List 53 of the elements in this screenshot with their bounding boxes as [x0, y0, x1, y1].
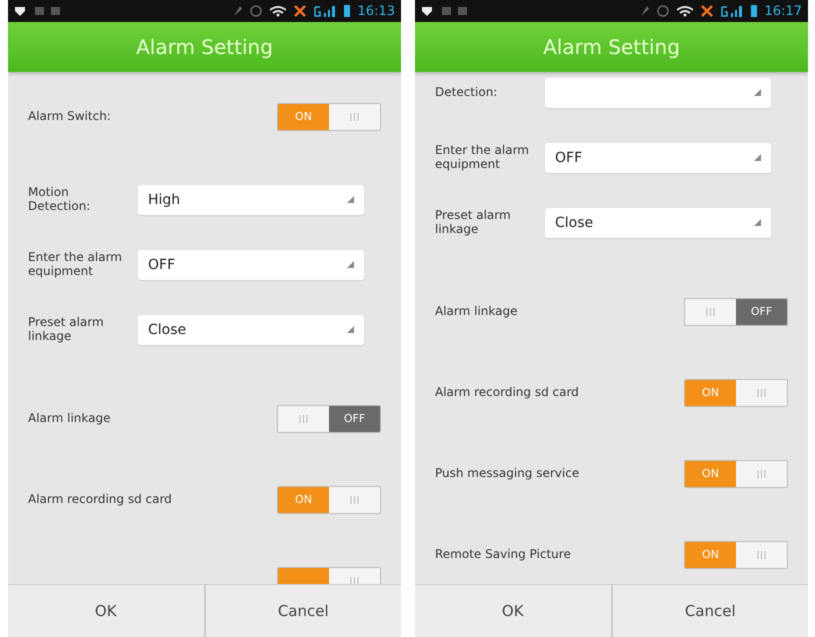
dropdown-field[interactable]: High	[138, 184, 364, 214]
grip-icon	[757, 470, 766, 478]
screen-title: Alarm Setting	[136, 35, 273, 59]
setting-label: Motion Detection:	[28, 186, 92, 214]
grip-icon	[350, 496, 359, 504]
dropdown-field[interactable]	[545, 78, 771, 108]
cross-icon	[294, 5, 306, 17]
setting-label: Detection:	[435, 86, 498, 100]
dropdown-field[interactable]: Close	[545, 208, 771, 238]
setting-label: Remote Saving Picture	[435, 548, 572, 562]
screen-title: Alarm Setting	[543, 35, 680, 59]
dropdown-field[interactable]: Close	[138, 314, 364, 344]
setting-label: Preset alarm linkage	[28, 316, 105, 344]
dropdown-corner-icon	[347, 326, 354, 333]
status-time: 16:17	[764, 4, 802, 18]
shield-icon	[14, 5, 26, 17]
grip-icon	[350, 576, 359, 584]
setting-label: Alarm Switch:	[28, 110, 112, 124]
setting-label: Alarm recording sd card	[435, 386, 580, 400]
grip-icon	[757, 550, 766, 558]
dialog-button[interactable]: OK	[415, 585, 610, 637]
setting-label: Preset alarm linkage	[435, 208, 512, 236]
setting-label: Push messaging service	[435, 466, 580, 480]
toggle-switch[interactable]: OFF	[684, 298, 788, 326]
toggle-switch[interactable]: OFF	[277, 404, 381, 432]
cross-icon	[700, 5, 713, 17]
grip-icon	[350, 112, 359, 120]
shield-icon	[421, 5, 433, 17]
grip-icon	[706, 308, 715, 316]
setting-label: Alarm linkage	[435, 304, 518, 318]
dropdown-corner-icon	[347, 261, 354, 268]
dropdown-corner-icon	[754, 219, 761, 226]
setting-label: Alarm recording sd card	[28, 492, 173, 506]
signal-icon	[314, 5, 336, 17]
dialog-button[interactable]: Cancel	[612, 585, 808, 637]
setting-label: Alarm linkage	[28, 412, 112, 426]
signal-icon	[720, 5, 743, 17]
dropdown-corner-icon	[754, 154, 761, 161]
dialog-button[interactable]: Cancel	[206, 585, 401, 637]
battery-icon	[344, 5, 350, 17]
grip-icon	[299, 414, 308, 422]
grip-icon	[757, 388, 766, 396]
dialog-button[interactable]: OK	[8, 585, 204, 637]
dropdown-field[interactable]: OFF	[545, 142, 771, 172]
status-time: 16:13	[358, 4, 395, 18]
wifi-icon	[270, 5, 286, 17]
dropdown-corner-icon	[754, 89, 761, 96]
setting-label: Enter the alarm equipment	[435, 144, 530, 172]
dropdown-field[interactable]: OFF	[138, 250, 364, 280]
setting-label: Enter the alarm equipment	[28, 250, 123, 278]
wifi-icon	[676, 5, 693, 17]
dropdown-corner-icon	[347, 196, 354, 203]
battery-icon	[750, 5, 757, 17]
